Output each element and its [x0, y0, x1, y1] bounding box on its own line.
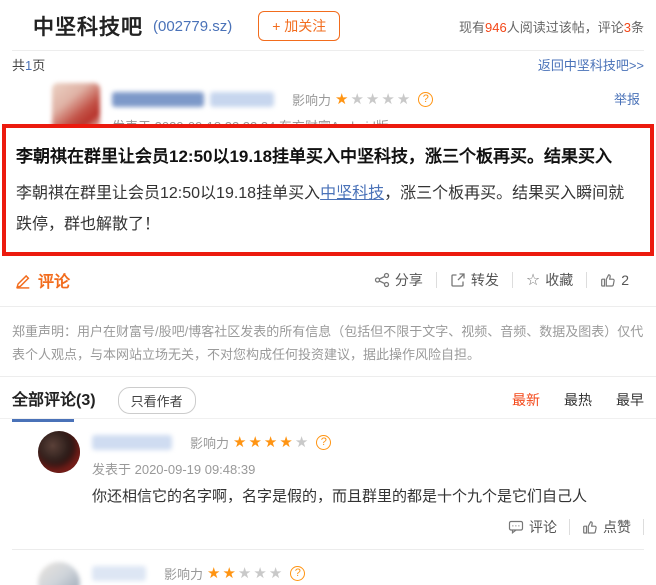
thumbs-up-icon: [600, 272, 616, 288]
comment-reply-button[interactable]: 评论: [496, 517, 569, 537]
share-button[interactable]: 分享: [361, 270, 436, 290]
all-comments-tab[interactable]: 全部评论(3): [12, 386, 96, 422]
comments-header: 全部评论(3) 只看作者 最新 最热 最早: [0, 377, 656, 419]
commenter-influence-stars: ★★★★★: [207, 564, 284, 582]
sort-earliest[interactable]: 最早: [616, 390, 644, 410]
comment-item: 影响力 ★★★★★ ? 发表于 2020-09-19 09:48:39 你还相信…: [0, 419, 656, 549]
influence-label: 影响力: [292, 90, 331, 109]
commenter-username-censored[interactable]: [92, 566, 146, 581]
comment-bubble-icon: [508, 519, 524, 535]
page-info: 共1页: [12, 55, 45, 74]
topbar: 中坚科技吧 (002779.sz) + 加关注 现有946人阅读过该帖，评论3条…: [0, 0, 656, 77]
forward-icon: [450, 272, 466, 288]
comment-button[interactable]: 评论: [14, 268, 70, 292]
influence-label: 影响力: [164, 564, 203, 583]
op-influence-stars: ★★★★★: [335, 90, 412, 108]
commenter-avatar[interactable]: [38, 431, 80, 473]
like-button[interactable]: 2: [587, 272, 642, 288]
influence-help-icon[interactable]: ?: [290, 566, 305, 581]
commenter-avatar[interactable]: [38, 562, 80, 585]
star-icon: ☆: [526, 270, 540, 290]
back-to-bar-link[interactable]: 返回中坚科技吧>>: [538, 55, 644, 74]
read-count: 946: [485, 20, 507, 35]
op-username-censored-2: [210, 92, 274, 107]
op-username-censored[interactable]: [112, 92, 204, 107]
divider: [643, 519, 644, 535]
highlighted-post-box: 李朝祺在群里让会员12:50以19.18挂单买入中坚科技，涨三个板再买。结果买入…: [2, 124, 654, 256]
influence-label: 影响力: [190, 433, 229, 452]
stock-code-link[interactable]: (002779.sz): [153, 18, 232, 35]
author-only-button[interactable]: 只看作者: [118, 387, 196, 414]
comment-item: 影响力 ★★★★★ ? 发表于 2020-09-18 23:21:21 哈哈哈！…: [0, 550, 656, 585]
sort-hottest[interactable]: 最热: [564, 390, 592, 410]
post-toolbar: 评论 分享 转发 ☆ 收藏 2: [0, 256, 656, 302]
divider: [0, 306, 656, 307]
commenter-influence-stars: ★★★★★: [233, 433, 310, 451]
post-header: 影响力 ★★★★★ ? 发表于 2020-09-18 22:22:24 东方财富…: [0, 77, 656, 131]
comment-count: 3: [624, 20, 631, 35]
bar-title: 中坚科技吧: [33, 11, 143, 41]
post-title: 李朝祺在群里让会员12:50以19.18挂单买入中坚科技，涨三个板再买。结果买入: [16, 142, 640, 167]
read-stats: 现有946人阅读过该帖，评论3条: [459, 17, 644, 36]
follow-button[interactable]: + 加关注: [258, 11, 340, 41]
comment-date: 发表于 2020-09-19 09:48:39: [92, 459, 644, 478]
sort-newest[interactable]: 最新: [512, 390, 540, 410]
favorite-button[interactable]: ☆ 收藏: [513, 270, 586, 290]
commenter-username-censored[interactable]: [92, 435, 172, 450]
share-icon: [374, 272, 390, 288]
stock-link[interactable]: 中坚科技: [320, 185, 384, 202]
thumbs-up-icon: [582, 519, 598, 535]
report-link[interactable]: 举报: [614, 89, 640, 108]
comment-like-button[interactable]: 点赞: [570, 517, 643, 537]
forward-button[interactable]: 转发: [437, 270, 512, 290]
post-body: 李朝祺在群里让会员12:50以19.18挂单买入中坚科技，涨三个板再买。结果买入…: [16, 178, 640, 240]
influence-help-icon[interactable]: ?: [316, 435, 331, 450]
disclaimer-text: 郑重声明：用户在财富号/股吧/博客社区发表的所有信息（包括但不限于文字、视频、音…: [0, 311, 656, 376]
influence-help-icon[interactable]: ?: [418, 92, 433, 107]
pencil-icon: [14, 271, 32, 289]
comment-text: 你还相信它的名字啊，名字是假的，而且群里的都是十个九个是它们自己人: [92, 487, 644, 507]
